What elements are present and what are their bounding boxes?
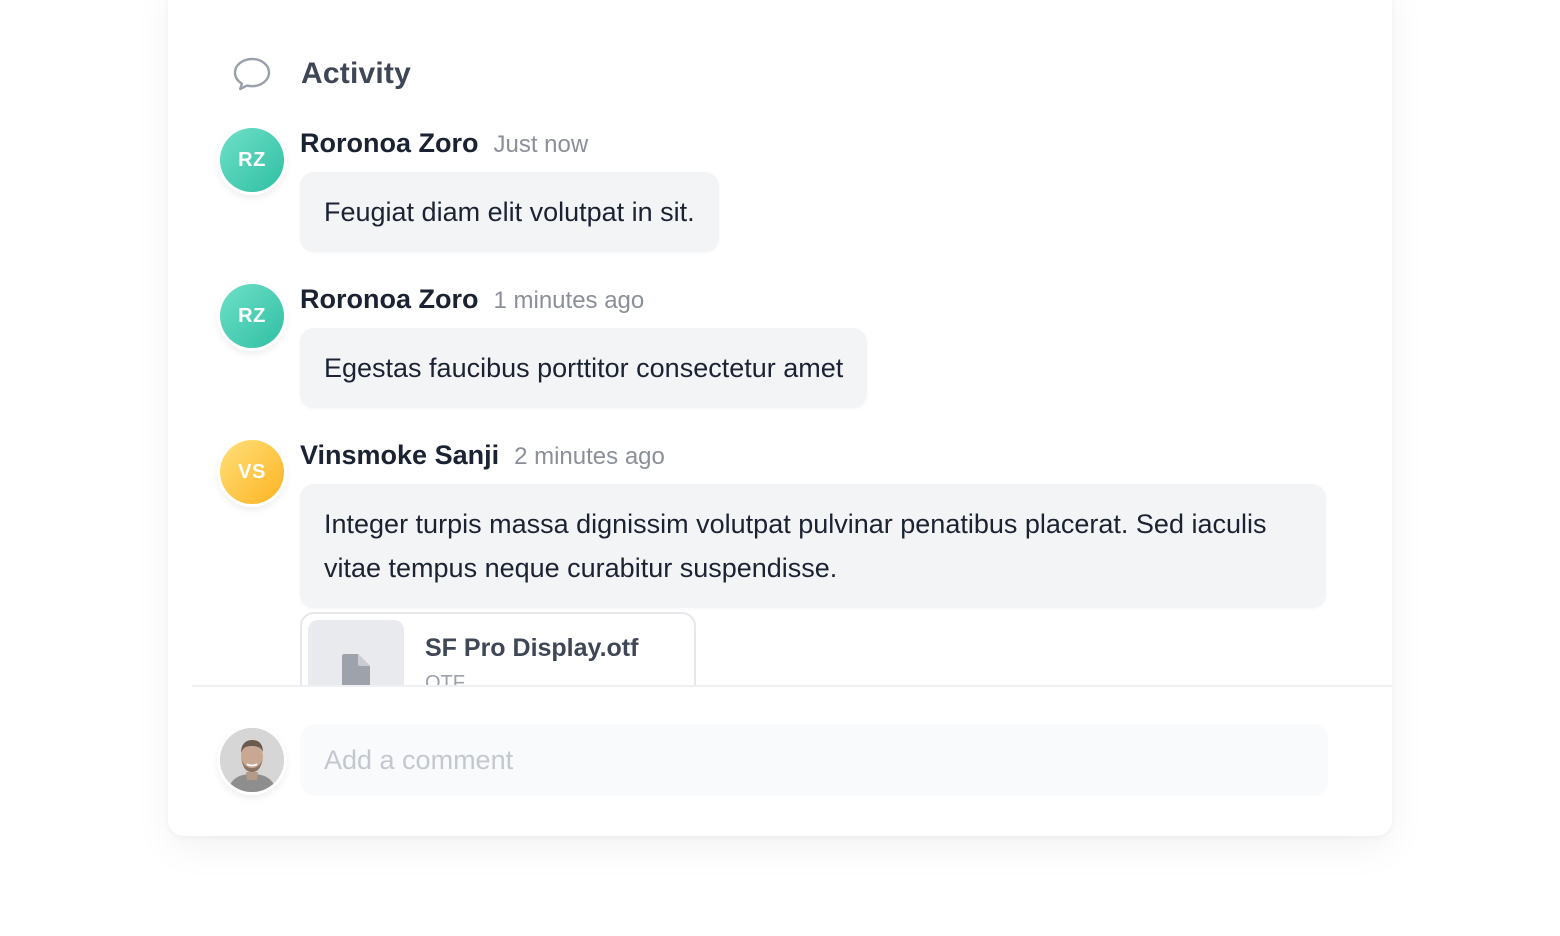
comment-meta: Roronoa Zoro 1 minutes ago xyxy=(300,284,644,318)
file-attachment[interactable]: SF Pro Display.otf OTF xyxy=(300,612,696,685)
comment-meta: Vinsmoke Sanji 2 minutes ago xyxy=(300,440,665,474)
avatar[interactable]: RZ xyxy=(220,128,284,192)
file-thumbnail xyxy=(308,620,404,685)
comment-timestamp: 2 minutes ago xyxy=(514,443,665,470)
user-photo-avatar[interactable] xyxy=(220,728,284,792)
comment-timestamp: 1 minutes ago xyxy=(493,287,645,314)
comment-input[interactable] xyxy=(300,724,1328,796)
divider xyxy=(192,685,1392,687)
file-icon xyxy=(342,654,370,685)
comment-feed[interactable]: RZ Roronoa Zoro Just now Feugiat diam el… xyxy=(168,0,1392,685)
comment-text: Feugiat diam elit volutpat in sit. xyxy=(300,172,719,252)
comment-timestamp: Just now xyxy=(493,131,589,158)
comment-author[interactable]: Roronoa Zoro xyxy=(300,284,478,315)
file-name: SF Pro Display.otf xyxy=(425,634,639,662)
file-type: OTF xyxy=(425,672,465,685)
comment-meta: Roronoa Zoro Just now xyxy=(300,128,588,162)
avatar[interactable]: RZ xyxy=(220,284,284,348)
activity-panel: Activity RZ Roronoa Zoro Just now Feugia… xyxy=(168,0,1392,836)
comment-author[interactable]: Roronoa Zoro xyxy=(300,128,478,159)
comment-author[interactable]: Vinsmoke Sanji xyxy=(300,440,499,471)
user-portrait-icon xyxy=(220,728,284,792)
comment-text: Integer turpis massa dignissim volutpat … xyxy=(300,484,1326,608)
avatar[interactable]: VS xyxy=(220,440,284,504)
comment-text: Egestas faucibus porttitor consectetur a… xyxy=(300,328,868,408)
